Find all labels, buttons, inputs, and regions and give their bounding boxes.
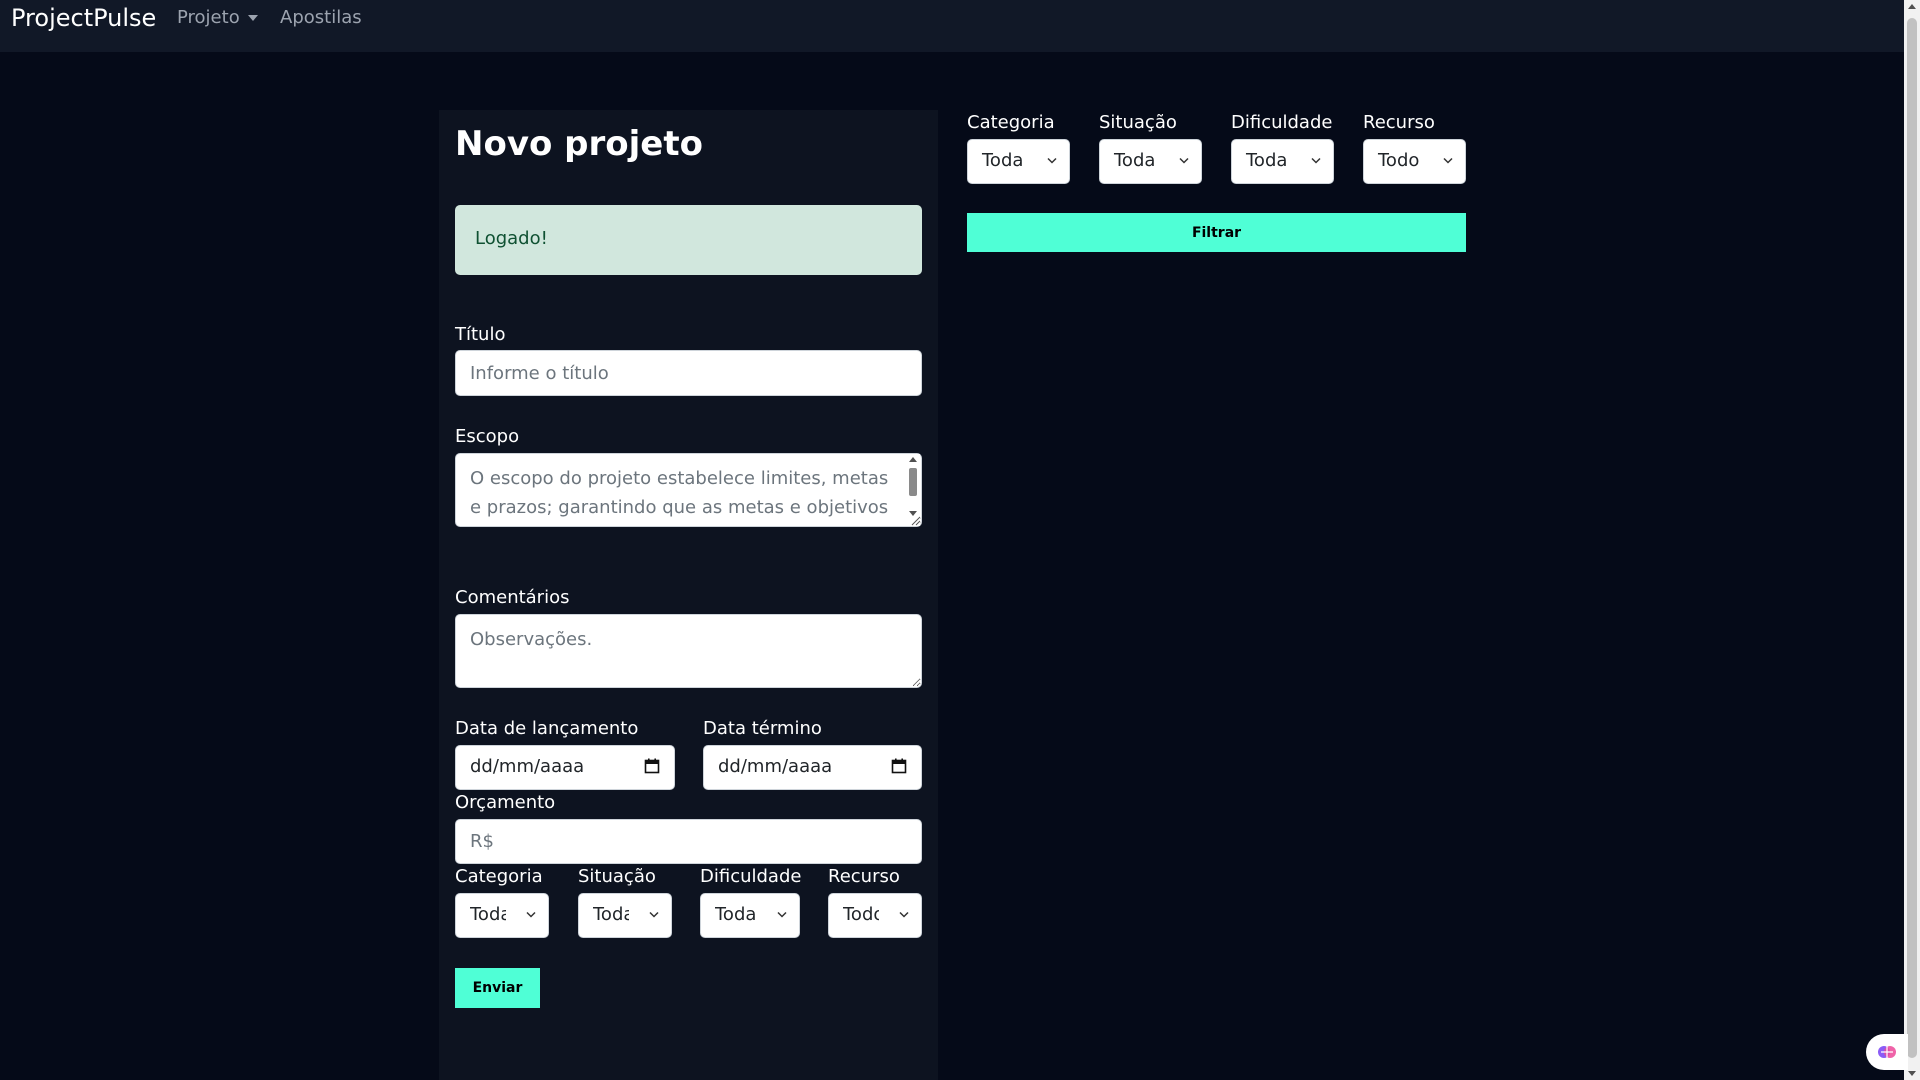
data-termino-value: dd/mm/aaaa bbox=[718, 756, 833, 777]
nav-projeto-label: Projeto bbox=[177, 7, 240, 28]
escopo-label: Escopo bbox=[455, 426, 520, 447]
brand-logo[interactable]: ProjectPulse bbox=[11, 4, 156, 32]
orcamento-input[interactable] bbox=[455, 819, 922, 864]
form-recurso-select[interactable]: Todo bbox=[828, 893, 922, 938]
chevron-down-icon bbox=[1443, 157, 1453, 164]
data-termino-label: Data término bbox=[703, 718, 822, 739]
filter-recurso-label: Recurso bbox=[1363, 112, 1435, 133]
scroll-up-icon[interactable] bbox=[1908, 4, 1916, 9]
filter-situacao-select[interactable]: Toda bbox=[1099, 139, 1202, 184]
form-categoria-select[interactable]: Toda bbox=[455, 893, 549, 938]
orcamento-label: Orçamento bbox=[455, 792, 556, 813]
form-categoria-label: Categoria bbox=[455, 866, 543, 887]
form-situacao-label: Situação bbox=[578, 866, 656, 887]
comentarios-textarea[interactable] bbox=[455, 614, 922, 688]
chevron-down-icon bbox=[1047, 157, 1057, 164]
new-project-panel: Novo projeto Logado! Título Escopo O esc… bbox=[439, 110, 938, 1080]
calendar-icon[interactable] bbox=[644, 758, 660, 774]
caret-down-icon bbox=[247, 15, 258, 21]
submit-button[interactable]: Enviar bbox=[455, 968, 540, 1008]
filter-categoria-label: Categoria bbox=[967, 112, 1055, 133]
form-recurso-label: Recurso bbox=[828, 866, 900, 887]
filter-categoria-value: Toda bbox=[982, 150, 1024, 171]
extension-button[interactable] bbox=[1866, 1034, 1908, 1070]
filter-recurso-value: Todo bbox=[1378, 150, 1420, 171]
filter-recurso-select[interactable]: Todo bbox=[1363, 139, 1466, 184]
data-lancamento-input[interactable]: dd/mm/aaaa bbox=[455, 745, 675, 790]
form-situacao-value: Toda bbox=[593, 904, 629, 925]
chevron-down-icon bbox=[526, 911, 536, 918]
page-scrollbar[interactable] bbox=[1904, 0, 1920, 1080]
form-dificuldade-value: Toda bbox=[715, 904, 757, 925]
filter-button[interactable]: Filtrar bbox=[967, 213, 1466, 252]
filter-dificuldade-value: Toda bbox=[1246, 150, 1288, 171]
comentarios-label: Comentários bbox=[455, 587, 570, 608]
form-dificuldade-select[interactable]: Toda bbox=[700, 893, 800, 938]
chevron-down-icon bbox=[1179, 157, 1189, 164]
chevron-down-icon bbox=[649, 911, 659, 918]
scroll-up-icon bbox=[909, 457, 917, 462]
titulo-input[interactable] bbox=[455, 350, 922, 396]
filter-situacao-label: Situação bbox=[1099, 112, 1177, 133]
resize-grip-icon[interactable] bbox=[911, 516, 921, 526]
scroll-down-icon[interactable] bbox=[1908, 1071, 1916, 1076]
chevron-down-icon bbox=[899, 911, 909, 918]
chevron-down-icon bbox=[1311, 157, 1321, 164]
data-lancamento-value: dd/mm/aaaa bbox=[470, 756, 585, 777]
form-situacao-select[interactable]: Toda bbox=[578, 893, 672, 938]
scroll-thumb[interactable] bbox=[909, 468, 917, 496]
filter-dificuldade-select[interactable]: Toda bbox=[1231, 139, 1334, 184]
chevron-down-icon bbox=[777, 911, 787, 918]
data-lancamento-label: Data de lançamento bbox=[455, 718, 639, 739]
brain-icon bbox=[1878, 1046, 1896, 1058]
filter-situacao-value: Toda bbox=[1114, 150, 1156, 171]
page-title: Novo projeto bbox=[455, 124, 703, 164]
filter-categoria-select[interactable]: Toda bbox=[967, 139, 1070, 184]
data-termino-input[interactable]: dd/mm/aaaa bbox=[703, 745, 922, 790]
form-dificuldade-label: Dificuldade bbox=[700, 866, 802, 887]
navbar: ProjectPulse Projeto Apostilas bbox=[0, 0, 1904, 52]
titulo-label: Título bbox=[455, 324, 506, 345]
filter-dificuldade-label: Dificuldade bbox=[1231, 112, 1333, 133]
nav-dropdown-projeto[interactable]: Projeto bbox=[177, 7, 258, 28]
scroll-thumb[interactable] bbox=[1907, 18, 1917, 1058]
nav-link-apostilas[interactable]: Apostilas bbox=[280, 7, 362, 28]
form-recurso-value: Todo bbox=[843, 904, 879, 925]
calendar-icon[interactable] bbox=[891, 758, 907, 774]
escopo-textarea[interactable]: O escopo do projeto estabelece limites, … bbox=[455, 453, 922, 527]
form-categoria-value: Toda bbox=[470, 904, 506, 925]
success-alert: Logado! bbox=[455, 205, 922, 275]
